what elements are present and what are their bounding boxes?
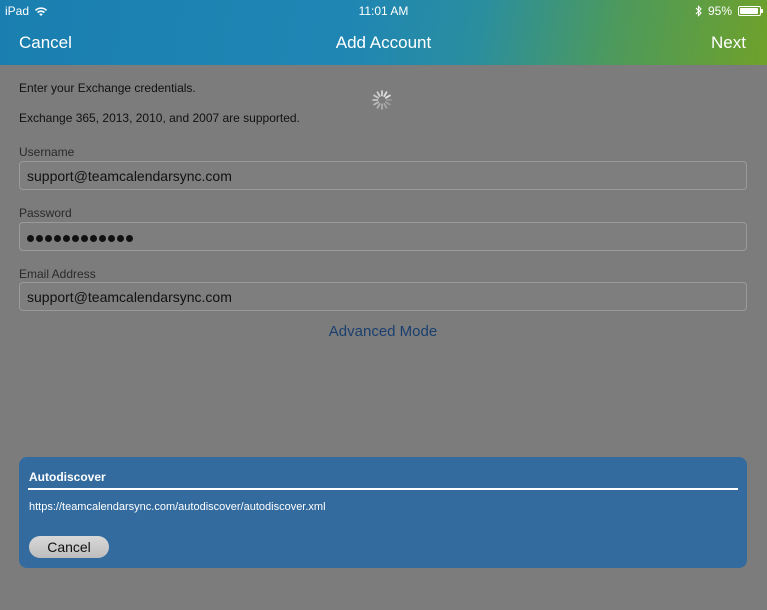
dialog-title: Autodiscover: [29, 470, 106, 484]
password-dot: [108, 234, 115, 242]
spinner-spoke: [383, 102, 388, 109]
loading-spinner-icon: [372, 90, 392, 110]
spinner-spoke: [383, 91, 388, 98]
password-dot: [99, 234, 106, 242]
password-label: Password: [19, 206, 72, 220]
spinner-spoke: [376, 91, 381, 98]
password-dot: [117, 234, 124, 242]
email-label: Email Address: [19, 267, 96, 281]
next-button[interactable]: Next: [711, 33, 746, 53]
dialog-divider: [28, 488, 738, 490]
password-dot: [126, 234, 133, 242]
password-field[interactable]: [19, 222, 747, 251]
username-label: Username: [19, 145, 75, 159]
email-field[interactable]: support@teamcalendarsync.com: [19, 282, 747, 311]
spinner-spoke: [373, 94, 380, 99]
password-dot: [90, 234, 97, 242]
bluetooth-icon: [695, 5, 702, 17]
page-title: Add Account: [335, 33, 432, 52]
battery-icon: [738, 6, 763, 16]
spinner-spoke: [384, 94, 391, 99]
battery-percent: 95%: [707, 4, 732, 18]
top-bar: iPad 11:01 AM 95% Cancel Add Account Nex…: [0, 0, 767, 65]
clock: 11:01 AM: [358, 4, 409, 18]
spinner-spoke: [376, 102, 381, 109]
status-bar: iPad 11:01 AM 95%: [0, 0, 767, 22]
autodiscover-dialog: Autodiscover https://teamcalendarsync.co…: [19, 457, 747, 568]
battery-fill: [740, 8, 759, 14]
instructions-text: Enter your Exchange credentials.: [19, 81, 196, 95]
username-field[interactable]: support@teamcalendarsync.com: [19, 161, 747, 190]
password-dot: [45, 234, 52, 242]
password-dot: [63, 234, 70, 242]
password-dot: [72, 234, 79, 242]
spinner-spoke: [373, 101, 380, 106]
password-dot: [36, 234, 43, 242]
dialog-cancel-button[interactable]: Cancel: [29, 536, 109, 558]
password-dot: [27, 234, 34, 242]
advanced-mode-link[interactable]: Advanced Mode: [19, 323, 747, 340]
autodiscover-url: https://teamcalendarsync.com/autodiscove…: [29, 501, 326, 513]
password-dot: [81, 234, 88, 242]
navigation-bar: Cancel Add Account Next: [0, 22, 767, 64]
supported-versions-text: Exchange 365, 2013, 2010, and 2007 are s…: [19, 111, 300, 125]
password-dot: [54, 234, 61, 242]
spinner-spoke: [384, 101, 391, 106]
